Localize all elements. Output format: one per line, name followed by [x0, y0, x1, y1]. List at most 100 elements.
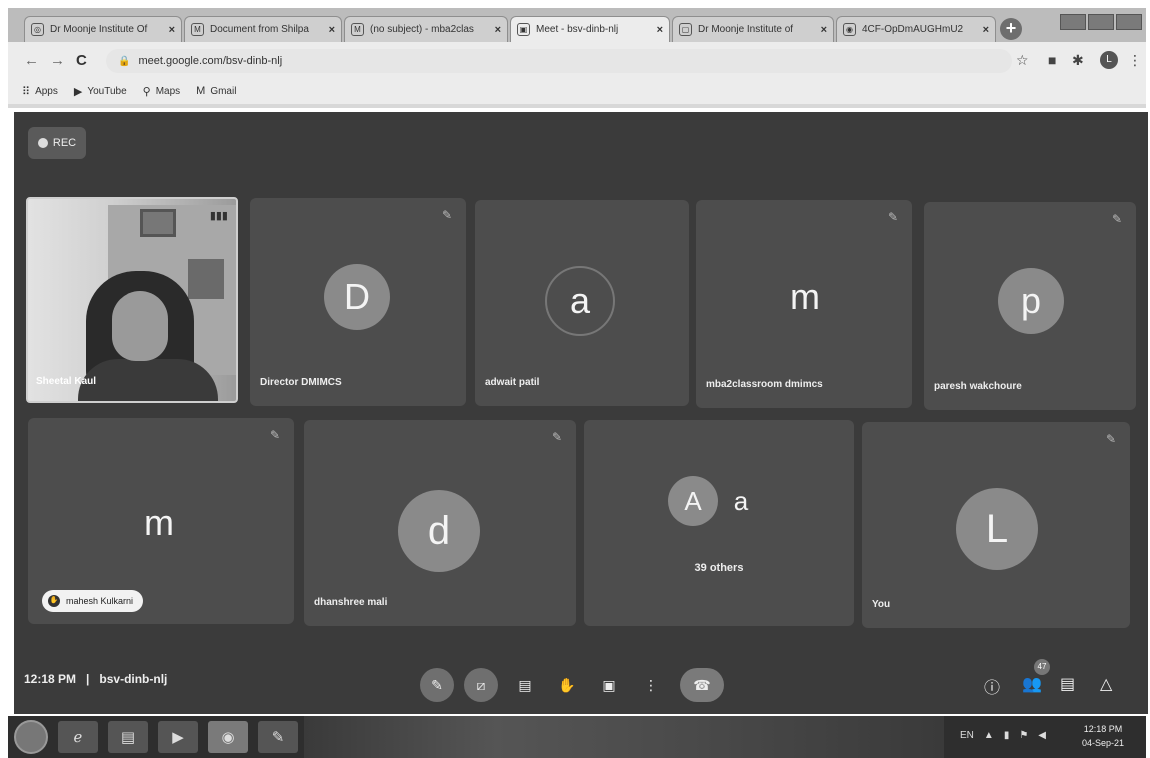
tab-title: (no subject) - mba2clas — [370, 24, 474, 35]
present-screen-icon: ▣ — [602, 676, 616, 693]
participant-tile[interactable]: ✎ p paresh wakchoure — [924, 202, 1136, 410]
chat-icon[interactable]: ▤ — [1060, 674, 1075, 694]
meeting-details: 12:18 PM | bsv-dinb-nlj — [24, 672, 167, 686]
globe-icon: ◎ — [31, 23, 44, 36]
record-dot-icon — [37, 138, 48, 148]
microphone-toggle-button[interactable]: ✎ — [420, 668, 454, 702]
close-tab-icon[interactable]: × — [821, 24, 827, 36]
reload-icon[interactable]: C — [76, 52, 87, 69]
hand-icon: ✋ — [48, 595, 60, 607]
others-tile[interactable]: A a 39 others — [584, 420, 854, 626]
close-tab-icon[interactable]: × — [983, 24, 989, 36]
internet-explorer-icon[interactable]: ℯ — [58, 721, 98, 753]
mic-off-icon: ✎ — [1105, 432, 1116, 446]
windows-taskbar: ℯ ▤ ▶ ◉ ✎ EN ▲ ▮ ⚑ ◀ 12:18 PM 04-Sep-21 — [8, 716, 1146, 758]
camera-off-icon: ⧄ — [476, 676, 486, 693]
more-options-button[interactable]: ⋮ — [634, 668, 668, 702]
tab-meet[interactable]: ▣ Meet - bsv-dinb-nlj × — [510, 16, 670, 42]
tab-document-from-shilpa[interactable]: M Document from Shilpa × — [184, 16, 342, 42]
participant-tile[interactable]: a adwait patil — [475, 200, 689, 406]
maximize-button[interactable] — [1088, 14, 1114, 30]
mic-off-icon: ✎ — [441, 208, 452, 222]
closed-captions-icon: ▤ — [518, 676, 532, 693]
participant-name: Sheetal Kaul — [36, 376, 97, 387]
participant-tile[interactable]: ✎ d dhanshree mali — [304, 420, 576, 626]
browser-window: ◎ Dr Moonje Institute Of × M Document fr… — [8, 8, 1146, 108]
tab-strip: ◎ Dr Moonje Institute Of × M Document fr… — [8, 8, 1146, 42]
participant-name: mahesh Kulkarni — [66, 596, 134, 606]
profile-avatar[interactable]: L — [1100, 51, 1118, 69]
tray-expand-icon[interactable]: ▲ — [984, 730, 994, 741]
clock-time: 12:18 PM — [1083, 724, 1123, 734]
bookmark-gmail[interactable]: M Gmail — [196, 85, 236, 97]
gmail-icon: M — [196, 85, 206, 97]
apps-grid-icon: ⠿ — [22, 85, 31, 98]
meet-control-bar: 12:18 PM | bsv-dinb-nlj ✎ ⧄ ▤ ✋ ▣ ⋮ ☎ ⓘ … — [14, 652, 1148, 714]
camera-toggle-button[interactable]: ⧄ — [464, 668, 498, 702]
tab-dr-moonje-1[interactable]: ◎ Dr Moonje Institute Of × — [24, 16, 182, 42]
bookmark-apps[interactable]: ⠿ Apps — [22, 85, 58, 98]
puzzle-icon[interactable]: ✱ — [1072, 52, 1084, 69]
people-icon[interactable]: 👥 — [1022, 674, 1042, 694]
start-button[interactable] — [14, 720, 48, 754]
youtube-icon: ▶ — [73, 85, 83, 98]
volume-icon[interactable]: ◀ — [1038, 730, 1046, 741]
participant-avatar: A — [668, 476, 718, 526]
participant-camera-tile[interactable]: ▮▮▮ Sheetal Kaul — [26, 197, 238, 403]
participant-avatar: m — [790, 276, 820, 317]
back-arrow-icon[interactable]: ← — [24, 52, 39, 69]
extension-icon[interactable]: ■ — [1048, 52, 1056, 68]
participant-name: adwait patil — [485, 377, 540, 388]
meeting-info-icon[interactable]: ⓘ — [984, 674, 1000, 698]
star-icon[interactable]: ☆ — [1016, 52, 1029, 69]
address-bar[interactable]: 🔒 meet.google.com/bsv-dinb-nlj — [106, 49, 1012, 73]
participant-tile[interactable]: ✎ m ✋ mahesh Kulkarni — [28, 418, 294, 624]
tab-dr-moonje-2[interactable]: ▢ Dr Moonje Institute of × — [672, 16, 834, 42]
chrome-taskbar-icon[interactable]: ◉ — [208, 721, 248, 753]
activities-icon[interactable]: △ — [1100, 674, 1112, 694]
tab-chrome-page[interactable]: ◉ 4CF-OpDmAUGHmU2 × — [836, 16, 996, 42]
bookmarks-bar: ⠿ Apps ▶ YouTube ⚲ Maps M Gmail — [8, 78, 1146, 104]
menu-kebab-icon[interactable]: ⋮ — [1128, 52, 1142, 69]
hang-up-icon: ☎ — [693, 676, 711, 693]
participant-tile[interactable]: ✎ D Director DMIMCS — [250, 198, 466, 406]
bookmark-maps[interactable]: ⚲ Maps — [143, 85, 181, 98]
media-player-icon[interactable]: ▶ — [158, 721, 198, 753]
close-tab-icon[interactable]: × — [657, 24, 663, 36]
close-tab-icon[interactable]: × — [169, 24, 175, 36]
captions-button[interactable]: ▤ — [508, 668, 542, 702]
mic-off-icon: ✎ — [431, 676, 443, 693]
self-tile[interactable]: ✎ L You — [862, 422, 1130, 628]
participant-avatar: p — [998, 268, 1064, 334]
bookmark-label: Apps — [35, 85, 58, 97]
participant-name: mba2classroom dmimcs — [706, 379, 823, 390]
present-screen-button[interactable]: ▣ — [592, 668, 626, 702]
leave-call-button[interactable]: ☎ — [680, 668, 724, 702]
tab-title: Dr Moonje Institute of — [698, 24, 794, 35]
meet-icon: ▣ — [517, 23, 530, 36]
paint-icon[interactable]: ✎ — [258, 721, 298, 753]
participant-tile[interactable]: ✎ m mba2classroom dmimcs — [696, 200, 912, 408]
new-tab-button[interactable]: + — [1000, 18, 1022, 40]
minimize-button[interactable] — [1060, 14, 1086, 30]
system-tray: EN ▲ ▮ ⚑ ◀ — [960, 730, 1046, 741]
file-explorer-icon[interactable]: ▤ — [108, 721, 148, 753]
action-center-icon[interactable]: ⚑ — [1019, 730, 1028, 741]
bookmark-youtube[interactable]: ▶ YouTube — [74, 85, 127, 98]
network-icon[interactable]: ▮ — [1004, 730, 1010, 741]
forward-arrow-icon[interactable]: → — [50, 52, 65, 69]
recording-indicator: REC — [28, 127, 86, 159]
close-window-button[interactable] — [1116, 14, 1142, 30]
video-person-body — [78, 359, 218, 401]
close-tab-icon[interactable]: × — [495, 24, 501, 36]
raise-hand-button[interactable]: ✋ — [550, 668, 584, 702]
tab-no-subject[interactable]: M (no subject) - mba2clas × — [344, 16, 508, 42]
bookmark-label: Gmail — [210, 85, 237, 97]
lock-icon: 🔒 — [118, 55, 131, 67]
close-tab-icon[interactable]: × — [329, 24, 335, 36]
participant-name: You — [872, 599, 891, 610]
system-clock[interactable]: 12:18 PM 04-Sep-21 — [1082, 722, 1124, 750]
rec-label: REC — [52, 137, 77, 149]
language-indicator[interactable]: EN — [960, 730, 974, 741]
participant-count-badge: 47 — [1034, 659, 1050, 675]
